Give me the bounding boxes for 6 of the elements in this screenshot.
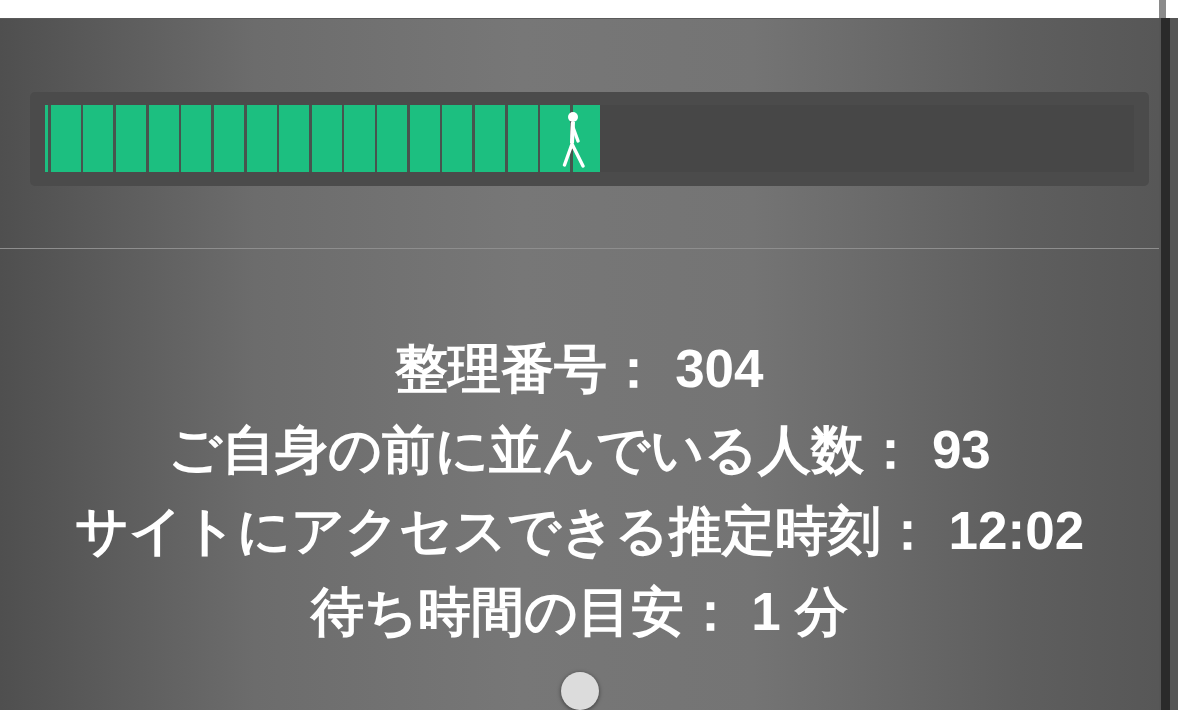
queue-info-text: ご自身の前に並んでいる人数： 93 [168, 419, 991, 481]
queue-info-text: 整理番号： 304 [395, 338, 764, 400]
queue-info-text: 待ち時間の目安： 1 分 [310, 581, 849, 643]
loading-dot-icon [560, 672, 599, 710]
walking-person-icon [562, 111, 587, 168]
queue-info-text: サイトにアクセスできる推定時刻： 12:02 [74, 500, 1085, 562]
